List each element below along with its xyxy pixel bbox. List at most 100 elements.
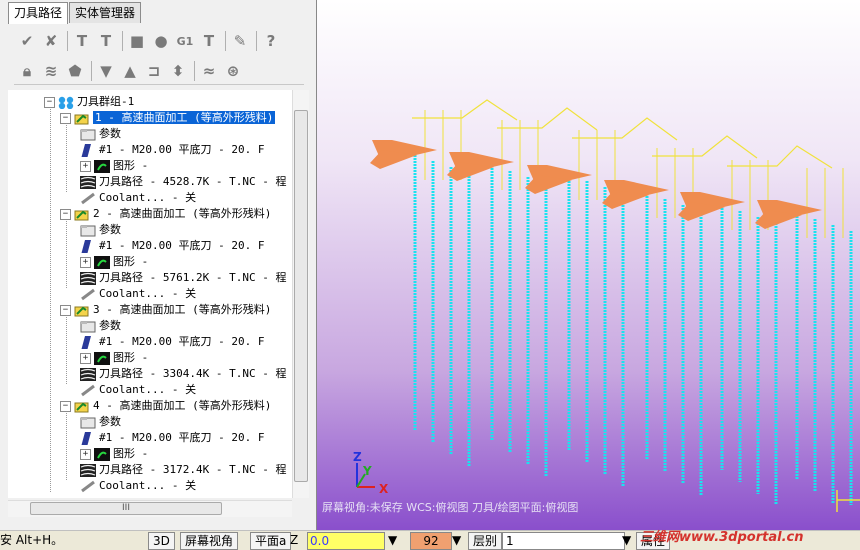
vertical-scroll-thumb[interactable] [294,110,308,482]
color-dropdown-icon[interactable]: ▼ [452,532,461,548]
tree-tool-node[interactable]: #1 - M20.00 平底刀 - 20. F [80,334,264,349]
tree-toolpath-node[interactable]: 刀具路径 - 4528.7K - T.NC - 程 [80,174,286,189]
tree-operation-node[interactable]: − 1 - 高速曲面加工 (等高外形残料) [60,110,276,125]
color-field[interactable]: 92 [410,532,452,550]
cool-icon [80,480,96,493]
toolpath-clear-icon[interactable]: T [95,30,117,52]
edit-icon[interactable]: ✎ [229,30,251,52]
operations-manager-panel: 刀具路径 实体管理器 ✔ ✘ T T ■ ● G1 T ✎ ? 🔒︎ ≋ ⬟ ▼… [0,0,317,530]
tree-coolant-node[interactable]: Coolant... - 关 [80,286,196,301]
arrow-up-icon[interactable]: ▲ [119,60,141,82]
tree-tool-node[interactable]: #1 - M20.00 平底刀 - 20. F [80,238,264,253]
tree-geometry-node[interactable]: + 图形 - [80,446,148,461]
tree-group-node[interactable]: − 刀具群组-1 [44,94,134,109]
z-depth-input[interactable]: 0.0 [307,532,385,550]
lock-icon[interactable]: 🔒︎ [16,60,38,82]
collapse-icon[interactable]: − [60,304,71,316]
folder-icon [80,320,96,333]
tree-toolpath-node[interactable]: 刀具路径 - 5761.2K - T.NC - 程 [80,270,286,285]
toolpath-label: 刀具路径 - 3172.4K - T.NC - 程 [99,463,287,476]
tree-operation-node[interactable]: − 4 - 高速曲面加工 (等高外形残料) [60,398,271,413]
geometry-label: 图形 - [113,159,149,172]
z-label: Z [290,533,299,547]
tree-geometry-node[interactable]: + 图形 - [80,254,148,269]
arrow-down-icon[interactable]: ▼ [95,60,117,82]
button-3d[interactable]: 3D [148,532,175,550]
collapse-icon[interactable]: − [60,208,71,220]
toolbar-row-2: 🔒︎ ≋ ⬟ ▼ ▲ ⊐ ⬍ ≈ ⊛ [16,58,246,84]
button-screen-view[interactable]: 屏幕视角 [180,532,239,550]
tree-coolant-node[interactable]: Coolant... - 关 [80,382,196,397]
expand-icon[interactable]: + [80,448,91,460]
z-dropdown-icon[interactable]: ▼ [388,532,397,548]
tree-coolant-node[interactable]: Coolant... - 关 [80,478,196,493]
insert-icon[interactable]: ⊐ [143,60,165,82]
tool-label: #1 - M20.00 平底刀 - 20. F [99,431,265,444]
expand-icon[interactable]: + [80,352,91,364]
op-icon [74,208,90,221]
cool-icon [80,384,96,397]
tool-icon [80,143,96,157]
operations-tree: − 刀具群组-1 −1 - 高速曲面加工 (等高外形残料) 参数 #1 - M20.0… [8,90,292,498]
collapse-icon[interactable]: − [60,112,71,124]
toolpath-label: 刀具路径 - 3304.4K - T.NC - 程 [99,367,287,380]
button-plane[interactable]: 平面a [250,532,292,550]
tree-toolpath-node[interactable]: 刀具路径 - 3172.4K - T.NC - 程 [80,462,286,477]
horizontal-scroll-thumb[interactable]: III [30,502,222,515]
tree-params-node[interactable]: 参数 [80,126,121,141]
path-icon [80,271,96,285]
tree-coolant-node[interactable]: Coolant... - 关 [80,190,196,205]
lock2-icon[interactable]: ⬟ [64,60,86,82]
collapse-icon[interactable]: − [60,400,71,412]
watermark-text: 三维网www.3dportal.cn [640,530,804,545]
tree-toolpath-node[interactable]: 刀具路径 - 3304.4K - T.NC - 程 [80,366,286,381]
geom-icon [94,447,110,461]
g1-icon[interactable]: G1 [174,30,196,52]
geometry-label: 图形 - [113,351,149,364]
axis-x-label: X [379,482,389,496]
check-all-icon[interactable]: ✔ [16,30,38,52]
tree-tool-node[interactable]: #1 - M20.00 平底刀 - 20. F [80,430,264,445]
tool-icon [80,431,96,445]
tree-geometry-node[interactable]: + 图形 - [80,158,148,173]
shape-icon[interactable]: ● [150,30,172,52]
toolpath-regen-icon[interactable]: T [71,30,93,52]
expand-icon[interactable]: + [80,160,91,172]
tab-toolpaths[interactable]: 刀具路径 [8,2,69,24]
wave2-icon[interactable]: ≈ [198,60,220,82]
square-icon[interactable]: ■ [126,30,148,52]
geom-icon [94,255,110,269]
help-icon[interactable]: ? [260,30,282,52]
tree-params-node[interactable]: 参数 [80,414,121,429]
wave-icon[interactable]: ≋ [40,60,62,82]
title-label: 2 - 高速曲面加工 (等高外形残料) [93,207,272,220]
folder-icon [80,224,96,237]
expand-icon[interactable]: + [80,256,91,268]
coolant-label: Coolant... - 关 [99,383,197,396]
level-input[interactable]: 1 [502,532,625,550]
check-icon[interactable]: ✘ [40,30,62,52]
folder-icon [80,128,96,141]
title-label: 3 - 高速曲面加工 (等高外形残料) [93,303,272,316]
geometry-label: 图形 - [113,447,149,460]
params-label: 参数 [99,319,121,332]
tree-tool-node[interactable]: #1 - M20.00 平底刀 - 20. F [80,142,264,157]
post-icon[interactable]: T [198,30,220,52]
tree-operation-node[interactable]: − 3 - 高速曲面加工 (等高外形残料) [60,302,271,317]
axis-gnomon: Z Y X [353,450,389,496]
level-dropdown-icon[interactable]: ▼ [622,532,631,548]
tree-params-node[interactable]: 参数 [80,222,121,237]
panel-tabs: 刀具路径 实体管理器 [8,2,142,24]
path-icon [80,463,96,477]
nav-icon[interactable]: ⊛ [222,60,244,82]
collapse-icon[interactable]: − [44,96,55,108]
params-label: 参数 [99,415,121,428]
tool-label: #1 - M20.00 平底刀 - 20. F [99,143,265,156]
updown-icon[interactable]: ⬍ [167,60,189,82]
tree-geometry-node[interactable]: + 图形 - [80,350,148,365]
tree-params-node[interactable]: 参数 [80,318,121,333]
graphics-viewport[interactable]: Z Y X [317,0,860,530]
tab-solids-manager[interactable]: 实体管理器 [69,2,142,23]
button-level[interactable]: 层别 [468,532,503,550]
tree-operation-node[interactable]: − 2 - 高速曲面加工 (等高外形残料) [60,206,271,221]
